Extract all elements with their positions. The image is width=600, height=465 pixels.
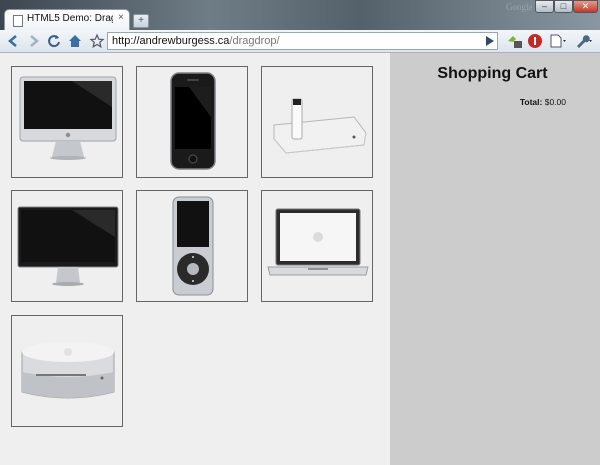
- cart-total: Total: $0.00: [520, 97, 566, 107]
- extension-icon[interactable]: [506, 33, 522, 49]
- minimize-button[interactable]: –: [535, 0, 554, 13]
- product-cinema-display[interactable]: [11, 190, 123, 302]
- page-content: Shopping Cart Total: $0.00: [0, 53, 600, 465]
- cart-total-label: Total:: [519, 97, 543, 107]
- url-path: /dragdrop/: [229, 35, 280, 47]
- maximize-button[interactable]: □: [554, 0, 573, 13]
- cart-total-value: $0.00: [544, 97, 566, 107]
- corner-label: Google: [506, 2, 533, 12]
- new-tab-button[interactable]: +: [133, 14, 149, 28]
- product-imac[interactable]: [11, 66, 123, 178]
- close-window-button[interactable]: ✕: [573, 0, 598, 13]
- product-iphone[interactable]: [136, 66, 248, 178]
- go-icon[interactable]: [485, 35, 495, 50]
- browser-window: HTML5 Demo: Drag and ... × + Google – □ …: [0, 0, 600, 465]
- url-host: http://andrewburgess.ca: [112, 35, 230, 47]
- product-macbook[interactable]: [261, 190, 373, 302]
- home-icon[interactable]: [67, 33, 83, 49]
- forward-icon[interactable]: [25, 33, 41, 49]
- back-icon[interactable]: [6, 33, 22, 49]
- product-grid: [0, 53, 390, 465]
- star-icon[interactable]: [89, 33, 105, 49]
- reload-icon[interactable]: [46, 33, 62, 49]
- tab-title: HTML5 Demo: Drag and ...: [27, 13, 113, 24]
- product-apple-tv[interactable]: [261, 66, 373, 178]
- cart-title: Shopping Cart: [437, 65, 548, 82]
- page-icon: [13, 15, 23, 27]
- address-bar[interactable]: http://andrewburgess.ca/dragdrop/: [107, 32, 498, 50]
- stop-icon[interactable]: [527, 33, 543, 49]
- wrench-icon[interactable]: [574, 33, 592, 49]
- shopping-cart[interactable]: Shopping Cart Total: $0.00: [390, 53, 600, 465]
- url-text: http://andrewburgess.ca/dragdrop/: [112, 35, 280, 47]
- product-mac-mini[interactable]: [11, 315, 123, 427]
- title-bar: HTML5 Demo: Drag and ... × + Google – □ …: [0, 0, 600, 31]
- tab-close-icon[interactable]: ×: [118, 12, 124, 23]
- page-menu-icon[interactable]: [549, 33, 566, 49]
- tab-active[interactable]: HTML5 Demo: Drag and ... ×: [4, 9, 130, 31]
- product-ipod-nano[interactable]: [136, 190, 248, 302]
- browser-toolbar: http://andrewburgess.ca/dragdrop/: [0, 30, 600, 53]
